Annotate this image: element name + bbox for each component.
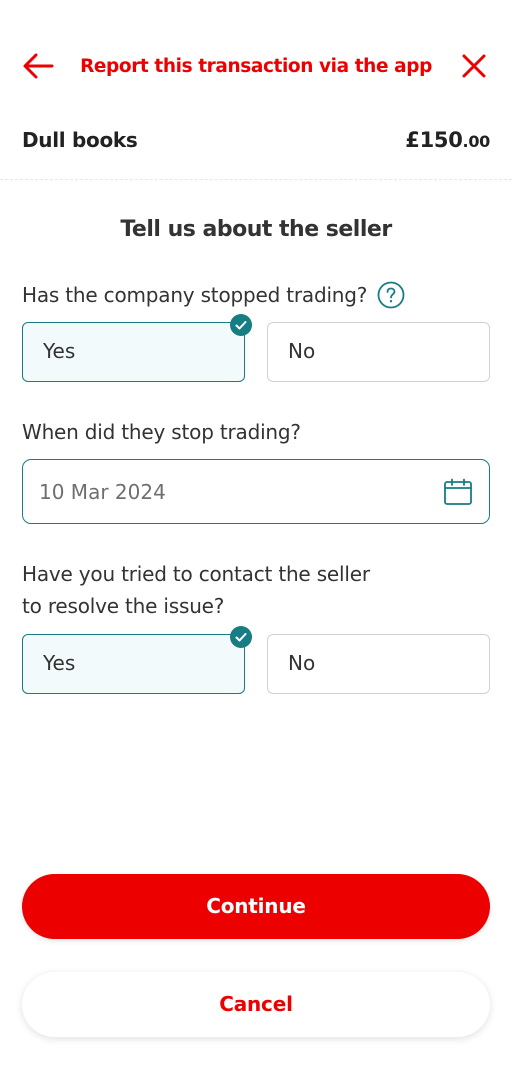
section-title: Tell us about the seller (120, 217, 392, 242)
question-label: Has the company stopped trading? (22, 283, 368, 307)
question-label-line2: to resolve the issue? (22, 594, 225, 618)
continue-button[interactable]: Continue (22, 874, 490, 939)
calendar-button[interactable] (443, 477, 473, 507)
option-label: Yes (43, 339, 76, 363)
question-stop-date: When did they stop trading? (22, 420, 301, 444)
stop-date-input[interactable]: 10 Mar 2024 (22, 459, 490, 524)
question-stopped-trading: Has the company stopped trading? (22, 279, 405, 311)
check-badge (230, 314, 252, 336)
check-badge (230, 626, 252, 648)
question-label-line1: Have you tried to contact the seller (22, 562, 370, 586)
amount-major: £150 (405, 128, 463, 152)
divider (0, 179, 512, 180)
transaction-summary: Dull books £150.00 (22, 128, 490, 158)
amount-minor: .00 (462, 132, 491, 151)
question-circle-icon (377, 281, 405, 308)
contacted-seller-yes-option[interactable]: Yes (22, 626, 252, 694)
cancel-button[interactable]: Cancel (22, 972, 490, 1037)
close-button[interactable] (460, 52, 488, 80)
question-contacted-seller: Have you tried to contact the seller to … (22, 558, 370, 622)
calendar-icon (444, 478, 472, 505)
checkmark-icon (235, 321, 247, 330)
option-label: No (288, 339, 316, 363)
option-label: Yes (43, 651, 76, 675)
help-button[interactable] (377, 281, 405, 309)
date-value: 10 Mar 2024 (39, 480, 166, 504)
checkmark-icon (235, 633, 247, 642)
option-label: No (288, 651, 316, 675)
page-title: Report this transaction via the app (80, 56, 432, 77)
stopped-trading-no-option[interactable]: No (267, 322, 490, 382)
transaction-name: Dull books (22, 128, 138, 152)
close-icon (462, 54, 486, 78)
stopped-trading-yes-option[interactable]: Yes (22, 314, 252, 382)
contacted-seller-no-option[interactable]: No (267, 634, 490, 694)
header-bar: Report this transaction via the app (0, 44, 512, 90)
transaction-amount: £150.00 (405, 128, 490, 152)
